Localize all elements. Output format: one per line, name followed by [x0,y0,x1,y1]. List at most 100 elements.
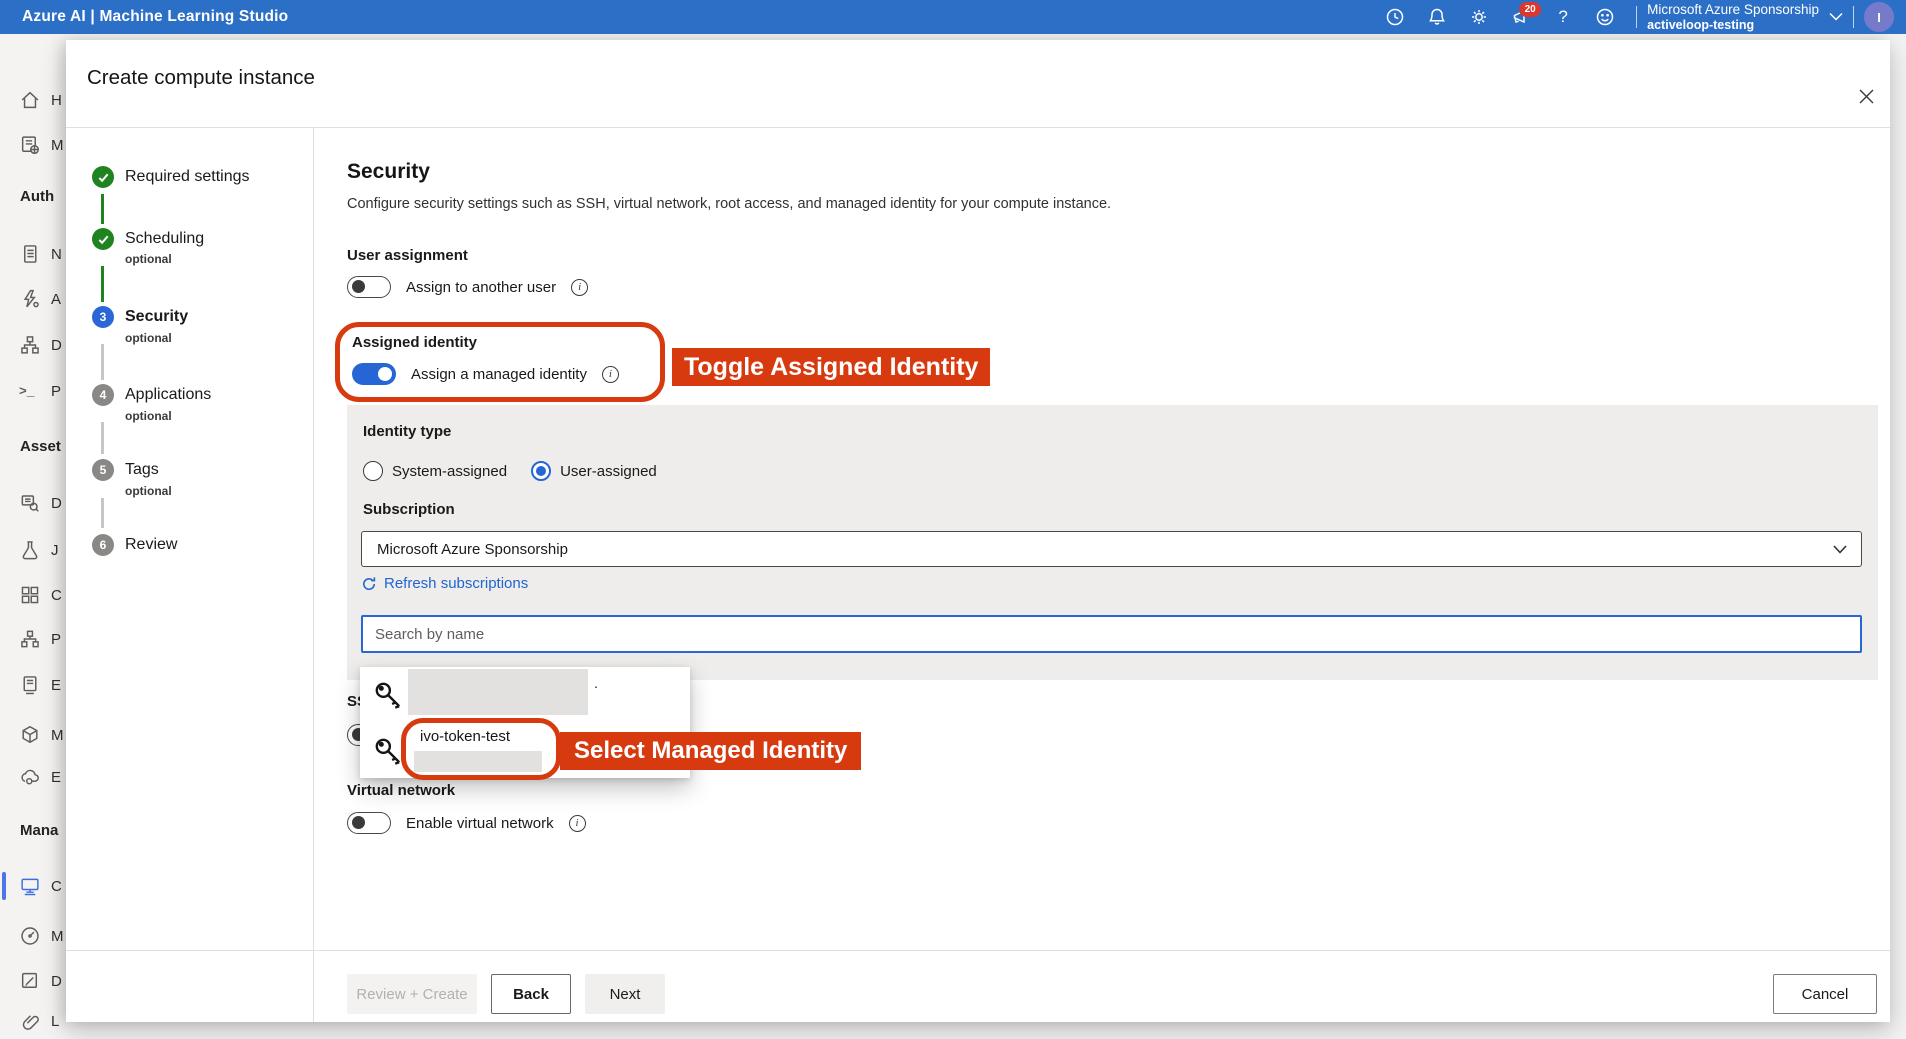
designer-icon [19,334,41,356]
redacted-identity-name [408,669,588,715]
sidebar-item-jobs[interactable]: J [0,532,66,568]
help-icon[interactable]: ? [1542,0,1584,34]
sidebar-label-fragment: A [51,291,65,308]
step-tags-indicator[interactable]: 5 [92,459,114,481]
step-connector [101,344,104,380]
avatar[interactable]: I [1864,2,1894,32]
step-required-settings-indicator[interactable] [92,166,114,188]
app-title: Azure AI | Machine Learning Studio [22,8,288,26]
identity-search-input[interactable] [361,615,1862,653]
radio-unselected-icon [363,461,383,481]
sidebar-section-authoring: Auth [20,188,54,205]
step-number: 3 [100,310,107,324]
close-icon [1858,88,1875,105]
step-label[interactable]: Scheduling [125,230,204,248]
toggle-knob [352,280,365,293]
step-connector [101,498,104,528]
environments-icon [19,674,41,696]
cancel-button[interactable]: Cancel [1773,974,1877,1014]
toggle-label: Assign to another user [406,279,556,296]
step-applications-indicator[interactable]: 4 [92,384,114,406]
assign-managed-identity-row: Assign a managed identity i [352,363,619,385]
sidebar-item-endpoints[interactable]: E [0,759,66,795]
sidebar-section-manage: Mana [20,822,58,839]
sidebar-item-models[interactable]: M [0,717,66,753]
dialog-title: Create compute instance [87,66,315,90]
subscription-value: Microsoft Azure Sponsorship [377,541,568,558]
topbar-actions: 20 ? Microsoft Azure Sponsorship activel… [1374,0,1906,34]
review-create-button[interactable]: Review + Create [347,974,477,1014]
sidebar-label-fragment: H [51,92,65,109]
step-connector [101,194,104,224]
radio-system-assigned[interactable]: System-assigned [363,461,507,481]
model-catalog-icon [19,134,41,156]
sidebar-item-components[interactable]: C [0,577,66,613]
redacted-name-suffix: . [594,675,598,691]
next-button[interactable]: Next [585,974,665,1014]
sidebar-item-monitoring[interactable]: M [0,918,66,954]
workspace-switcher[interactable]: Microsoft Azure Sponsorship activeloop-t… [1647,2,1843,32]
history-icon[interactable] [1374,0,1416,34]
step-review-indicator[interactable]: 6 [92,534,114,556]
section-heading: Security [347,160,430,184]
sidebar-item-prompt-flow[interactable]: >_ P [0,373,66,409]
step-number: 5 [100,463,107,477]
info-icon[interactable]: i [571,279,588,296]
data-icon [19,492,41,514]
identity-type-label: Identity type [363,423,451,440]
top-app-bar: Azure AI | Machine Learning Studio 20 ? … [0,0,1906,34]
close-button[interactable] [1855,85,1877,107]
section-description: Configure security settings such as SSH,… [347,196,1111,212]
sidebar-item-data-labeling[interactable]: D [0,963,66,999]
sidebar-item-designer[interactable]: D [0,327,66,363]
redacted-resource-group [414,751,542,772]
step-sublabel: optional [125,484,172,498]
sidebar-label-fragment: C [51,878,65,895]
radio-user-assigned[interactable]: User-assigned [531,461,657,481]
step-label[interactable]: Security [125,308,188,326]
step-label[interactable]: Review [125,536,177,554]
feedback-icon[interactable] [1584,0,1626,34]
create-compute-instance-dialog: Create compute instance Required setting… [66,40,1890,1022]
step-label[interactable]: Applications [125,386,211,404]
models-icon [19,724,41,746]
step-number: 4 [100,388,107,402]
endpoints-icon [19,766,41,788]
sidebar-item-model-catalog[interactable]: M [0,127,66,163]
assign-other-user-toggle[interactable] [347,276,391,298]
announcements-icon[interactable]: 20 [1500,0,1542,34]
refresh-subscriptions-link[interactable]: Refresh subscriptions [361,575,528,592]
identity-option-1[interactable]: . [360,667,690,722]
step-scheduling-indicator[interactable] [92,228,114,250]
assigned-identity-label: Assigned identity [352,334,619,351]
sidebar-item-compute[interactable]: C [0,868,66,904]
sidebar-item-home[interactable]: H [0,82,66,118]
enable-virtual-network-toggle[interactable] [347,812,391,834]
sidebar-section-assets: Asset [20,438,61,455]
sidebar-item-linked-services[interactable]: L [0,1003,66,1039]
footer-divider [66,950,1890,951]
sidebar-label-fragment: M [51,137,65,154]
settings-icon[interactable] [1458,0,1500,34]
question-mark-glyph: ? [1558,7,1567,27]
sidebar-item-environments[interactable]: E [0,667,66,703]
back-button[interactable]: Back [491,974,571,1014]
info-icon[interactable]: i [602,366,619,383]
sidebar-item-pipelines[interactable]: P [0,621,66,657]
step-security-indicator[interactable]: 3 [92,306,114,328]
info-icon[interactable]: i [569,815,586,832]
sidebar-item-data[interactable]: D [0,485,66,521]
sidebar-label-fragment: E [51,677,65,694]
step-label[interactable]: Tags [125,461,159,479]
topbar-divider [1853,6,1854,28]
sidebar-item-notebooks[interactable]: N [0,236,66,272]
pipelines-icon [19,628,41,650]
subscription-select[interactable]: Microsoft Azure Sponsorship [361,531,1862,567]
assign-managed-identity-toggle[interactable] [352,363,396,385]
sidebar-item-automated-ml[interactable]: A [0,281,66,317]
sidebar-label-fragment: J [51,542,65,559]
sidebar-selection-indicator [2,872,6,900]
sidebar-label-fragment: E [51,769,65,786]
notifications-icon[interactable] [1416,0,1458,34]
step-label[interactable]: Required settings [125,168,250,186]
